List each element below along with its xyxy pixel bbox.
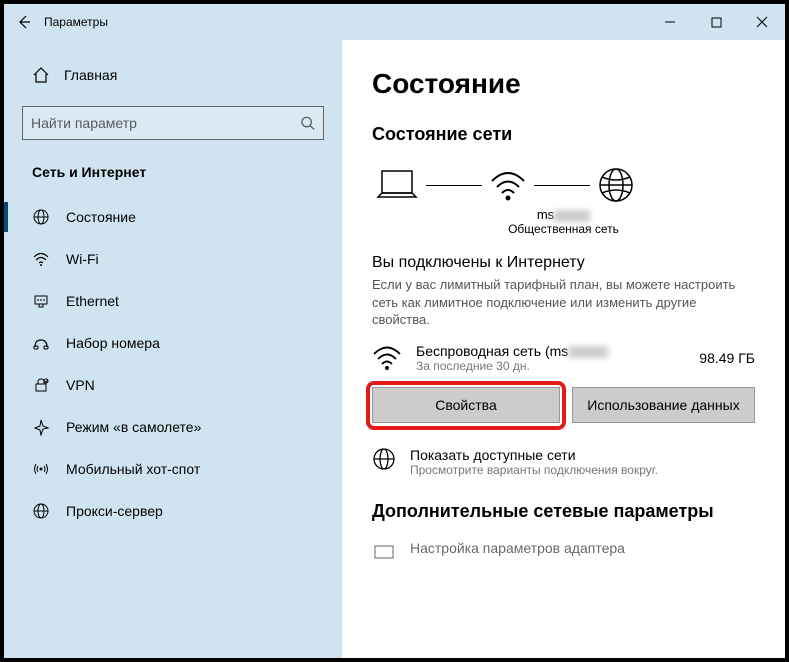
- connected-desc: Если у вас лимитный тарифный план, вы мо…: [372, 276, 755, 329]
- back-button[interactable]: [4, 14, 44, 30]
- properties-button[interactable]: Свойства: [372, 387, 560, 423]
- adapter-icon: [372, 540, 396, 564]
- page-title: Состояние: [372, 68, 755, 100]
- sidebar-item-proxy[interactable]: Прокси-сервер: [4, 490, 342, 532]
- dialup-icon: [32, 334, 50, 352]
- ssid-blurred: [554, 210, 590, 222]
- maximize-icon: [711, 17, 722, 28]
- home-icon: [32, 66, 50, 84]
- proxy-icon: [32, 502, 50, 520]
- home-label: Главная: [64, 67, 117, 83]
- sidebar-item-status[interactable]: Состояние: [4, 196, 342, 238]
- sidebar-item-label: VPN: [66, 377, 95, 393]
- sidebar-item-label: Прокси-сервер: [66, 503, 163, 519]
- close-button[interactable]: [739, 4, 785, 40]
- properties-label: Свойства: [435, 397, 496, 413]
- adapter-settings-link[interactable]: Настройка параметров адаптера: [372, 540, 755, 564]
- back-arrow-icon: [16, 14, 32, 30]
- conn-name: Беспроводная сеть (ms: [416, 343, 568, 359]
- diagram-line: [426, 185, 482, 186]
- wifi-large-icon: [488, 167, 528, 203]
- search-field[interactable]: [31, 115, 300, 131]
- ssid-prefix: ms: [537, 207, 554, 222]
- titlebar: Параметры: [4, 4, 785, 40]
- wifi-icon: [32, 250, 50, 268]
- sidebar-item-wifi[interactable]: Wi-Fi: [4, 238, 342, 280]
- show-networks-title: Показать доступные сети: [410, 447, 658, 463]
- sidebar-item-label: Состояние: [66, 209, 136, 225]
- sidebar-item-label: Набор номера: [66, 335, 160, 351]
- usage-label: Использование данных: [587, 397, 739, 413]
- home-link[interactable]: Главная: [4, 58, 342, 92]
- conn-size: 98.49 ГБ: [699, 350, 755, 366]
- conn-name-blurred: [568, 346, 608, 358]
- connected-title: Вы подключены к Интернету: [372, 254, 755, 272]
- airplane-icon: [32, 418, 50, 436]
- data-usage-button[interactable]: Использование данных: [572, 387, 755, 423]
- globe-icon: [32, 208, 50, 226]
- sidebar-item-hotspot[interactable]: Мобильный хот-спот: [4, 448, 342, 490]
- vpn-icon: [32, 376, 50, 394]
- wifi-icon: [372, 345, 402, 371]
- hotspot-icon: [32, 460, 50, 478]
- net-status-heading: Состояние сети: [372, 124, 755, 145]
- globe-icon: [372, 447, 396, 471]
- sidebar-item-label: Мобильный хот-спот: [66, 461, 200, 477]
- window-title: Параметры: [44, 15, 108, 29]
- show-networks-link[interactable]: Показать доступные сети Просмотрите вари…: [372, 447, 755, 477]
- diagram-line: [534, 185, 590, 186]
- sidebar-item-dialup[interactable]: Набор номера: [4, 322, 342, 364]
- search-icon: [300, 115, 315, 131]
- sidebar-item-ethernet[interactable]: Ethernet: [4, 280, 342, 322]
- advanced-heading: Дополнительные сетевые параметры: [372, 501, 755, 522]
- sidebar-item-label: Ethernet: [66, 293, 119, 309]
- globe-large-icon: [596, 165, 636, 205]
- close-icon: [756, 16, 768, 28]
- sidebar-item-airplane[interactable]: Режим «в самолете»: [4, 406, 342, 448]
- sidebar-item-label: Wi-Fi: [66, 251, 99, 267]
- sidebar-item-label: Режим «в самолете»: [66, 419, 201, 435]
- minimize-icon: [664, 16, 676, 28]
- network-label: ms Общественная сеть: [372, 207, 755, 236]
- adapter-label: Настройка параметров адаптера: [410, 540, 625, 564]
- ethernet-icon: [32, 292, 50, 310]
- maximize-button[interactable]: [693, 4, 739, 40]
- search-input[interactable]: [22, 106, 324, 140]
- main-content: Состояние Состояние сети ms Общественная…: [342, 40, 785, 658]
- network-diagram: [372, 165, 755, 205]
- network-type: Общественная сеть: [372, 222, 755, 236]
- connection-row: Беспроводная сеть (ms За последние 30 дн…: [372, 343, 755, 373]
- sidebar-item-vpn[interactable]: VPN: [4, 364, 342, 406]
- minimize-button[interactable]: [647, 4, 693, 40]
- show-networks-sub: Просмотрите варианты подключения вокруг.: [410, 463, 658, 477]
- laptop-icon: [374, 167, 420, 203]
- conn-sub: За последние 30 дн.: [416, 359, 685, 373]
- sidebar: Главная Сеть и Интернет Состояние Wi-Fi: [4, 40, 342, 658]
- section-title: Сеть и Интернет: [4, 158, 342, 196]
